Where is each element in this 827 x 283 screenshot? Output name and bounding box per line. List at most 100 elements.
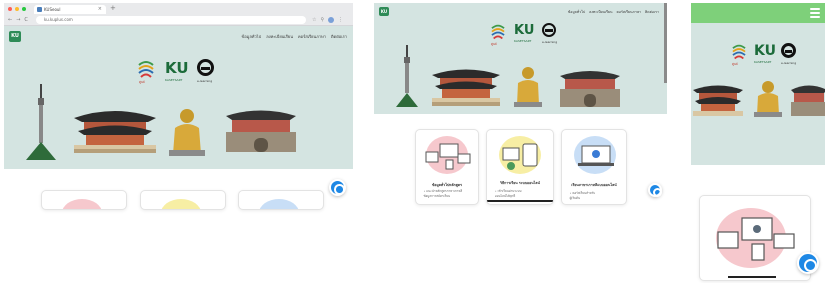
card-title: เรียนภาษาเกาหลีแบบออนไลน์ [571,183,617,187]
e-learning-brand: e-learning [781,43,797,65]
card-blob [259,199,299,209]
seoul-tower-illustration [26,84,56,160]
window-controls[interactable] [8,7,26,11]
statue-illustration [169,109,205,156]
close-window-icon[interactable] [8,7,12,11]
card-title: วิธีการเรียน ระบบออนไลน์ [500,181,540,185]
info-card-3[interactable]: เรียนภาษาเกาหลีแบบออนไลน์ • คอร์สเรียนสำ… [561,129,627,205]
flower-caption: ศูนย์ [732,62,738,66]
e-learning-brand: e-learning [197,59,215,85]
card-title: ข้อมูลทั่วไปหลักสูตร [431,183,463,187]
nav-item-general[interactable]: ข้อมูลทั่วไป [242,33,262,40]
new-tab-button[interactable]: + [110,4,116,12]
gate-illustration [226,110,296,152]
ku-caption: KASETSART [165,78,183,82]
card-blob [161,199,201,209]
tablet-view: KU ข้อมูลทั่วไป ลงทะเบียนเรียน คอร์สเรีย… [374,3,670,208]
card-line: ออนไลน์ได้ทุกที่ [494,194,516,198]
tab-close-icon[interactable]: × [98,5,102,14]
messenger-icon[interactable] [797,252,819,274]
ku-brand: KU KASETSART [165,59,189,85]
ku-brand: KU KASETSART [754,43,776,65]
seoul-tower-illustration [396,45,418,107]
e-caption: e-learning [781,61,797,65]
minimize-window-icon[interactable] [15,7,19,11]
reload-icon[interactable]: C [24,16,28,24]
flower-logo-icon: ศูนย์ [137,59,155,85]
info-card-2[interactable]: วิธีการเรียน ระบบออนไลน์ • เข้าเรียนผ่าน… [486,129,554,205]
responsive-screenshot-collage: KUSeoul × + ← → C ku.kuplus.com ☆ ⚲ ⋮ KU… [0,0,827,283]
laptop-illustration [578,145,614,166]
forward-icon[interactable]: → [16,16,20,24]
devices-illustration [425,143,471,170]
flower-logo-icon: ศูนย์ [490,23,506,46]
ku-logo-icon[interactable]: KU [379,7,389,16]
flower-caption: ศูนย์ [491,42,497,46]
nav-item-register[interactable]: ลงทะเบียนเรียน [266,33,293,40]
nav-item-contact[interactable]: ติดต่อเรา [645,9,659,15]
card-line: ผู้เริ่มต้น [569,196,581,200]
info-card-3[interactable] [238,190,324,210]
online-study-illustration [502,143,538,170]
devices-illustration [717,217,795,261]
nav-item-courses[interactable]: คอร์สเรียนภาษา [298,33,326,40]
nav-item-general[interactable]: ข้อมูลทั่วไป [568,9,585,15]
e-caption: e-learning [197,79,213,83]
e-learning-brand: e-learning [542,23,558,45]
profile-avatar[interactable] [328,17,335,23]
extension-icon[interactable]: ⚲ [320,16,324,24]
e-logo-icon [197,59,214,76]
nav-item-contact[interactable]: ติดต่อเรา [331,33,347,40]
back-icon[interactable]: ← [8,16,12,24]
info-card-1[interactable] [41,190,127,210]
favicon-icon [37,7,42,12]
mobile-header-bar [691,3,825,23]
ku-brand-text: KU [165,59,189,77]
info-card-2[interactable] [140,190,226,210]
mobile-view: ศูนย์ KU KASETSART e-learning [691,3,825,281]
e-caption: e-learning [542,40,558,44]
partner-logos: ศูนย์ KU KASETSART e-learning [137,59,215,85]
more-menu-icon[interactable]: ⋮ [338,16,343,24]
partner-logos: ศูนย์ KU KASETSART e-learning [490,23,558,46]
star-icon[interactable]: ☆ [312,16,316,24]
browser-tab[interactable]: KUSeoul × [34,5,106,14]
hero-banner: KU ข้อมูลทั่วไป ลงทะเบียนเรียน คอร์สเรีย… [4,26,353,169]
ku-logo-icon[interactable]: KU [9,31,21,42]
ku-brand-text: KU [514,23,535,38]
card-line: ข้อมูลการสมัครเรียน [423,194,451,198]
card-active-underline [487,200,553,202]
scrollbar[interactable] [664,3,667,83]
browser-chrome: KUSeoul × + ← → C ku.kuplus.com ☆ ⚲ ⋮ [4,3,353,26]
palace-illustration [74,111,156,153]
hero-banner: ศูนย์ KU KASETSART e-learning [691,3,825,165]
hero-banner: KU ข้อมูลทั่วไป ลงทะเบียนเรียน คอร์สเรีย… [374,3,667,114]
ku-caption: KASETSART [514,39,532,43]
tab-title: KUSeoul [44,7,61,12]
card-blob [62,199,102,209]
flower-caption: ศูนย์ [139,80,145,84]
info-card-1[interactable]: ข้อมูลทั่วไปหลักสูตร • แนะนำหลักสูตรภาษา… [415,129,479,205]
top-navigation: ข้อมูลทั่วไป ลงทะเบียนเรียน คอร์สเรียนภา… [242,33,347,40]
info-card-1[interactable] [699,195,811,281]
ku-caption: KASETSART [754,60,772,64]
flower-logo-icon: ศูนย์ [731,43,747,66]
nav-item-courses[interactable]: คอร์สเรียนภาษา [617,9,642,15]
statue-illustration [514,67,542,107]
palace-illustration [432,69,500,106]
e-logo-icon [542,23,556,37]
messenger-icon[interactable] [329,179,346,196]
nav-item-register[interactable]: ลงทะเบียนเรียน [589,9,612,15]
address-bar[interactable]: ku.kuplus.com [36,16,306,24]
messenger-icon[interactable] [648,183,662,197]
card-active-underline [728,276,776,278]
desktop-view: KUSeoul × + ← → C ku.kuplus.com ☆ ⚲ ⋮ KU… [4,3,353,210]
top-navigation: ข้อมูลทั่วไป ลงทะเบียนเรียน คอร์สเรียนภา… [568,9,659,15]
gate-illustration [791,85,825,116]
ku-brand-text: KU [754,43,776,59]
hamburger-menu-icon[interactable] [810,8,820,18]
palace-illustration [693,85,743,116]
statue-illustration [754,81,782,117]
partner-logos: ศูนย์ KU KASETSART e-learning [731,43,797,66]
maximize-window-icon[interactable] [22,7,26,11]
